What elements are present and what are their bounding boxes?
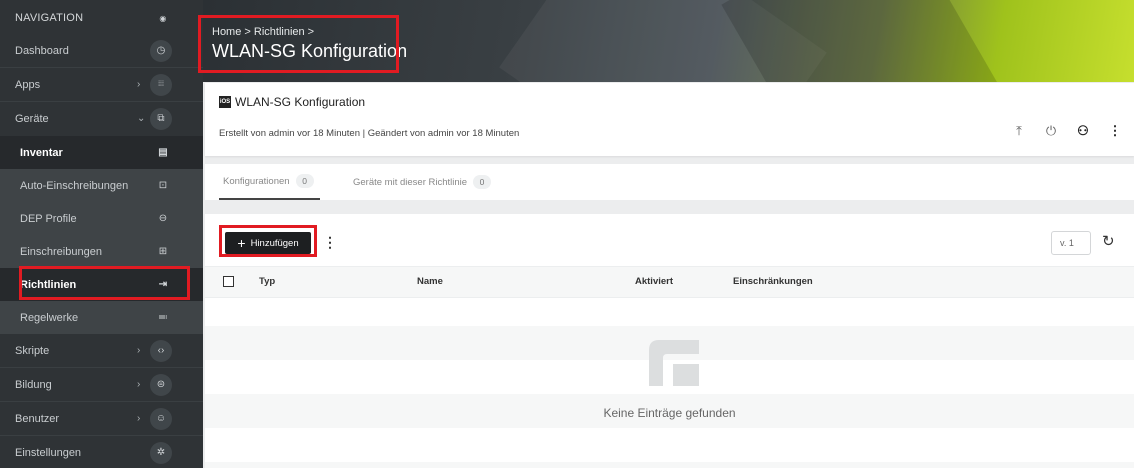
- sidebar-item-label: Richtlinien: [20, 278, 77, 291]
- sidebar-item-einschreibungen[interactable]: Einschreibungen ⊞: [0, 235, 203, 268]
- sidebar-item-label: Apps: [15, 78, 41, 91]
- sidebar-item-apps[interactable]: Apps › ⁞⁞⁞: [0, 68, 203, 101]
- ios-badge-icon: iOS: [219, 96, 231, 108]
- chevron-right-icon: ›: [137, 79, 141, 90]
- select-all-checkbox[interactable]: [223, 276, 234, 287]
- sidebar-item-label: Einstellungen: [15, 446, 82, 459]
- assign-users-icon[interactable]: ⚇: [1076, 123, 1090, 139]
- tab-count-badge: 0: [473, 175, 492, 189]
- dep-profile-icon: ⊖: [158, 213, 168, 224]
- policy-info-card: iOS WLAN-SG Konfiguration Erstellt von a…: [205, 83, 1134, 156]
- sidebar-item-label: Benutzer: [15, 412, 60, 425]
- sidebar-item-inventar[interactable]: Inventar ▤: [0, 136, 203, 169]
- sidebar-item-einstellungen[interactable]: Einstellungen ✲: [0, 436, 203, 468]
- table-header: Typ Name Aktiviert Einschränkungen: [205, 266, 1134, 298]
- column-header-einschraenkungen[interactable]: Einschränkungen: [733, 276, 813, 287]
- sidebar: NAVIGATION ◉ Dashboard ◷ Apps › ⁞⁞⁞ Gerä…: [0, 0, 203, 468]
- sidebar-item-label: Dashboard: [15, 44, 69, 57]
- refresh-icon[interactable]: ↻: [1102, 232, 1115, 250]
- card-actions: ⤒ ⏻ ⚇ ⋮: [1012, 123, 1122, 139]
- power-icon[interactable]: ⏻: [1044, 123, 1058, 139]
- tab-label: Geräte mit dieser Richtlinie: [353, 176, 468, 188]
- sidebar-header-label: NAVIGATION: [15, 12, 84, 24]
- sidebar-item-label: Skripte: [15, 344, 50, 357]
- policy-title: WLAN-SG Konfiguration: [235, 95, 366, 109]
- more-vertical-icon[interactable]: ⋮: [1108, 123, 1122, 139]
- sidebar-item-label: Inventar: [20, 146, 63, 159]
- sidebar-item-dashboard[interactable]: Dashboard ◷: [0, 34, 203, 67]
- nav-dot-icon: ◉: [159, 13, 167, 23]
- page-title: WLAN-SG Konfiguration: [212, 41, 408, 61]
- inventory-icon: ▤: [158, 147, 168, 158]
- upload-icon[interactable]: ⤒: [1012, 123, 1026, 139]
- version-select[interactable]: v. 1: [1051, 231, 1091, 255]
- sidebar-item-label: Regelwerke: [20, 311, 79, 324]
- plus-icon: +: [237, 235, 246, 251]
- tab-konfigurationen[interactable]: Konfigurationen 0: [219, 164, 320, 200]
- configurations-panel: + Hinzufügen ⋮ v. 1 ↻ Typ Name Aktiviert…: [205, 214, 1134, 468]
- more-vertical-icon[interactable]: ⋮: [323, 234, 337, 251]
- sidebar-header: NAVIGATION ◉: [0, 7, 203, 29]
- policies-icon: ⇥: [158, 279, 168, 290]
- banner-decoration: [721, 0, 1005, 82]
- chevron-right-icon: ›: [137, 413, 141, 424]
- tab-count-badge: 0: [295, 174, 314, 188]
- tab-label: Konfigurationen: [223, 175, 290, 187]
- table-row-stripe: [205, 462, 1134, 468]
- column-header-typ[interactable]: Typ: [259, 276, 275, 287]
- settings-gear-icon: ✲: [150, 441, 172, 464]
- sidebar-item-label: DEP Profile: [20, 212, 77, 225]
- sidebar-item-regelwerke[interactable]: Regelwerke ≕: [0, 301, 203, 334]
- add-button[interactable]: + Hinzufügen: [225, 232, 311, 254]
- sidebar-item-bildung[interactable]: Bildung › ⊜: [0, 368, 203, 401]
- education-icon: ⊜: [150, 373, 172, 396]
- app-root: NAVIGATION ◉ Dashboard ◷ Apps › ⁞⁞⁞ Gerä…: [0, 0, 1134, 468]
- devices-icon: ⧉: [150, 107, 172, 130]
- sidebar-item-auto-einschreibungen[interactable]: Auto-Einschreibungen ⊡: [0, 169, 203, 202]
- chevron-down-icon: ⌄: [137, 113, 146, 124]
- sidebar-item-skripte[interactable]: Skripte › ‹›: [0, 334, 203, 367]
- empty-state-logo-icon: [649, 340, 699, 386]
- policy-meta: Erstellt von admin vor 18 Minuten | Geän…: [219, 128, 520, 139]
- breadcrumb[interactable]: Home > Richtlinien >: [212, 26, 314, 38]
- rulesets-icon: ≕: [158, 312, 168, 323]
- scripts-icon: ‹›: [150, 339, 172, 362]
- empty-state-text: Keine Einträge gefunden: [603, 406, 736, 420]
- chevron-right-icon: ›: [137, 379, 141, 390]
- sidebar-item-label: Einschreibungen: [20, 245, 102, 258]
- users-icon: ☺: [150, 407, 172, 430]
- sidebar-item-label: Bildung: [15, 378, 52, 391]
- add-button-label: Hinzufügen: [250, 237, 299, 249]
- sidebar-item-dep-profile[interactable]: DEP Profile ⊖: [0, 202, 203, 235]
- column-header-aktiviert[interactable]: Aktiviert: [635, 276, 673, 287]
- sidebar-item-label: Geräte: [15, 112, 49, 125]
- sidebar-item-richtlinien[interactable]: Richtlinien ⇥: [0, 268, 203, 301]
- tab-geraete-mit-richtlinie[interactable]: Geräte mit dieser Richtlinie 0: [353, 164, 492, 200]
- dashboard-icon: ◷: [150, 39, 172, 62]
- page-header-banner: Home > Richtlinien > WLAN-SG Konfigurati…: [203, 0, 1134, 82]
- auto-enroll-icon: ⊡: [158, 180, 168, 191]
- chevron-right-icon: ›: [137, 345, 141, 356]
- tabs-bar: Konfigurationen 0 Geräte mit dieser Rich…: [205, 164, 1134, 200]
- column-header-name[interactable]: Name: [417, 276, 443, 287]
- apps-grid-icon: ⁞⁞⁞: [150, 73, 172, 96]
- sidebar-item-label: Auto-Einschreibungen: [20, 179, 129, 192]
- sidebar-item-geraete[interactable]: Geräte ⌄ ⧉: [0, 102, 203, 135]
- enrollments-icon: ⊞: [158, 246, 168, 257]
- sidebar-item-benutzer[interactable]: Benutzer › ☺: [0, 402, 203, 435]
